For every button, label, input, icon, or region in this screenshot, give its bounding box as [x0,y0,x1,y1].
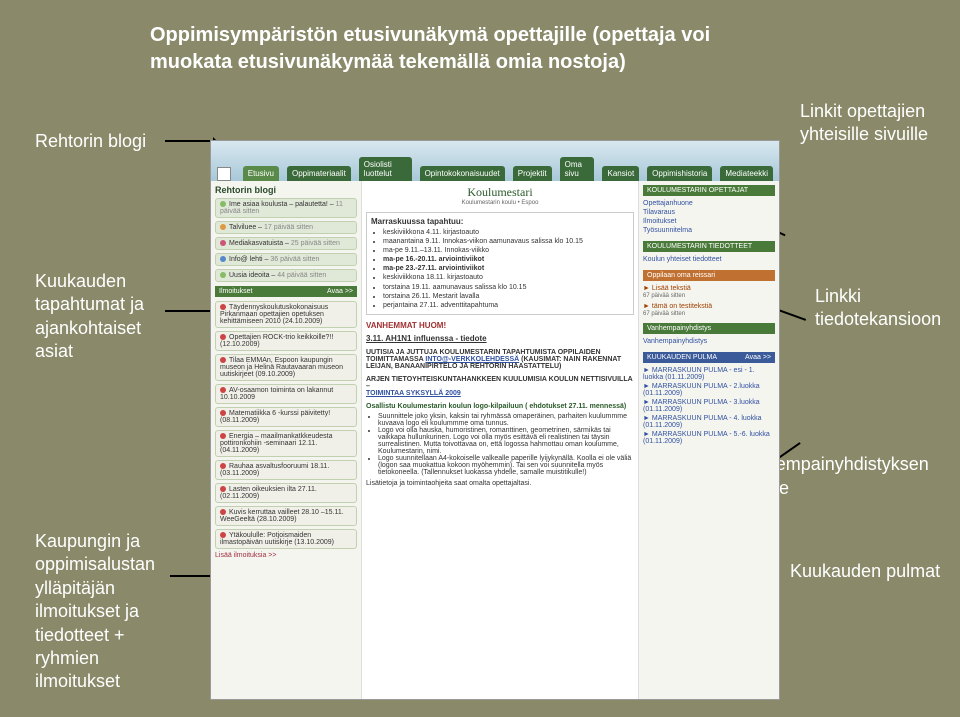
hdr-pulma: KUUKAUDEN PULMA Avaa >> [643,352,775,363]
ilmoitukset-header: Ilmoitukset Avaa >> [215,286,357,297]
events-box: Marraskuussa tapahtuu: keskiviikkona 4.1… [366,212,634,315]
label-kaupungin: Kaupungin ja oppimisalustan ylläpitäjän … [35,530,155,694]
arjen-block: ARJEN TIETOYHTEISKUNTAHANKKEEN KUULUMISI… [366,376,634,397]
announcement-item[interactable]: Matematiikka 6 -kurssi päivitetty! (08.1… [215,407,357,427]
hdr-vanhempain: Vanhempainyhdistys [643,323,775,334]
blog-item[interactable]: Mediakasvatuista – 25 päivää sitten [215,237,357,250]
tab-mediateekki[interactable]: Mediateekki [720,166,773,181]
tab-projektit[interactable]: Projektit [513,166,552,181]
announcement-item[interactable]: Rauhaa asvaltusfooruumi 18.11. (03.11.20… [215,460,357,480]
title-line-1: Oppimisympäristön etusivunäkymä opettaji… [150,22,710,49]
event-item: ma-pe 23.-27.11. arviointiviikot [383,264,629,273]
announcement-item[interactable]: Tilaa EMMAn, Espoon kaupungin museon ja … [215,354,357,381]
tab-kansiot[interactable]: Kansiot [602,166,639,181]
event-item: ma-pe 9.11.–13.11. Innokas-viikko [383,246,629,255]
pulma-item[interactable]: ► MARRASKUUN PULMA - 3.luokka (01.11.200… [643,398,775,414]
pulma-open[interactable]: Avaa >> [745,354,771,361]
logo-bullet: Logo voi olla hauska, humoristinen, roma… [378,427,634,455]
blog-title: Rehtorin blogi [215,185,357,195]
teacher-link[interactable]: Työsuunnitelma [643,226,775,235]
announcement-item[interactable]: Täydennyskoulutuskokonaisuus Pirkanmaan … [215,301,357,328]
left-column: Rehtorin blogi Ime asiaa koulusta – pala… [211,181,361,699]
middle-column: Koulumestari Koulumestarin koulu • Espoo… [361,181,639,699]
osallistu-heading: Osallistu Koulumestarin koulun logo-kilp… [366,403,634,410]
event-item: keskiviikkona 4.11. kirjastoauto [383,228,629,237]
label-linkki-tiedote: Linkki tiedotekansioon [815,285,941,332]
event-item: torstaina 19.11. aamunavaus salissa klo … [383,283,629,292]
blog-item[interactable]: Talviluee – 17 päivää sitten [215,221,357,234]
page-title: Oppimisympäristön etusivunäkymä opettaji… [150,22,710,76]
logo-bullet: Suunnittele joko yksin, kaksin tai ryhmä… [378,413,634,427]
arjen-link[interactable]: TOIMINTAA SYKSYLLÄ 2009 [366,390,634,397]
tab-osiolisti[interactable]: Osiolisti luottelut [359,157,412,181]
announcement-item[interactable]: AV-osaamon toiminta on lakannut 10.10.20… [215,384,357,404]
pulma-item[interactable]: ► MARRASKUUN PULMA - esi - 1. luokka (01… [643,366,775,382]
teacher-link[interactable]: Opettajanhuone [643,199,775,208]
into-link[interactable]: INTO@-VERKKOLEHDESSÄ [425,356,519,363]
mail-icon[interactable] [217,167,231,181]
blog-item[interactable]: Info@ lehti – 36 päivää sitten [215,253,357,266]
tab-oppimateriaalit[interactable]: Oppimateriaalit [287,166,351,181]
announcement-item[interactable]: Kuvis kerruttaa vailleet 28.10 –15.11. W… [215,506,357,526]
hdr-opettajat: KOULUMESTARIN OPETTAJAT [643,185,775,196]
reissari-item[interactable]: ► Lisää tekstiä67 päivää sitten [643,284,775,299]
school-logo: Koulumestari Koulumestarin koulu • Espoo [366,185,634,206]
nav-tabs: Etusivu Oppimateriaalit Osiolisti luotte… [211,141,779,181]
reissari-item[interactable]: ► tämä on testitekstiä67 päivää sitten [643,302,775,317]
pulma-item[interactable]: ► MARRASKUUN PULMA - 2.luokka (01.11.200… [643,382,775,398]
screenshot-panel: Etusivu Oppimateriaalit Osiolisti luotte… [210,140,780,700]
link-vanhempain[interactable]: Vanhempainyhdistys [643,337,775,346]
blog-item[interactable]: Uusia ideoita – 44 päivää sitten [215,269,357,282]
label-kuukauden-pulmat: Kuukauden pulmat [790,560,940,583]
event-item: torstaina 26.11. Mestarit lavalla [383,292,629,301]
announcement-item[interactable]: Opettajien ROCK-trio keikkoille?!! (12.1… [215,331,357,351]
mid-footer: Lisätietoja ja toimintaohjeita saat omal… [366,480,634,487]
right-column: KOULUMESTARIN OPETTAJAT OpettajanhuoneTi… [639,181,779,699]
teacher-link[interactable]: Tilavaraus [643,208,775,217]
event-item: keskiviikkona 18.11. kirjastoauto [383,273,629,282]
title-line-2: muokata etusivunäkymää tekemällä omia no… [150,49,710,76]
event-item: maanantaina 9.11. Innokas-viikon aamunav… [383,237,629,246]
events-title: Marraskuussa tapahtuu: [371,217,629,226]
link-tiedotteet[interactable]: Koulun yhteiset tiedotteet [643,255,775,264]
tab-oppihistoria[interactable]: Oppimishistoria [647,166,712,181]
hdr-reissari: Oppilaan oma reissari [643,270,775,281]
ilmoitukset-open[interactable]: Avaa >> [327,288,353,295]
tab-etusivu[interactable]: Etusivu [243,166,279,181]
announcement-item[interactable]: Lasten oikeuksien ilta 27.11. (02.11.200… [215,483,357,503]
ah1n1-link[interactable]: 3.11. AH1N1 influenssa - tiedote [366,334,634,343]
teacher-link[interactable]: Ilmoitukset [643,217,775,226]
more-announcements-link[interactable]: Lisää ilmoituksia >> [215,552,357,559]
tab-opintokok[interactable]: Opintokokonaisuudet [420,166,505,181]
tab-omasivu[interactable]: Oma sivu [560,157,595,181]
announcement-item[interactable]: Energia – maailmankatkkeudesta pottironk… [215,430,357,457]
logo-bullet: Logo suunnitellaan A4-kokoiselle valkeal… [378,455,634,476]
pulma-item[interactable]: ► MARRASKUUN PULMA - 4. luokka (01.11.20… [643,414,775,430]
event-item: perjantaina 27.11. adventtitapahtuma [383,301,629,310]
label-linkit-opettajien: Linkit opettajien yhteisille sivuille [800,100,928,147]
label-kuukauden: Kuukauden tapahtumat ja ajankohtaiset as… [35,270,144,364]
label-rehtorin-blogi: Rehtorin blogi [35,130,146,153]
hdr-tiedotteet: KOULUMESTARIN TIEDOTTEET [643,241,775,252]
blog-item[interactable]: Ime asiaa koulusta – palautetta! – 11 pä… [215,198,357,218]
announcement-item[interactable]: Ytäkoululle: Potjoismaiden ilmastopäivän… [215,529,357,549]
uutisia-block: UUTISIA JA JUTTUJA KOULUMESTARIN TAPAHTU… [366,349,634,370]
event-item: ma-pe 16.-20.11. arviointiviikot [383,255,629,264]
vanhemmat-heading: VANHEMMAT HUOM! [366,321,634,330]
pulma-item[interactable]: ► MARRASKUUN PULMA - 5.-6. luokka (01.11… [643,430,775,446]
